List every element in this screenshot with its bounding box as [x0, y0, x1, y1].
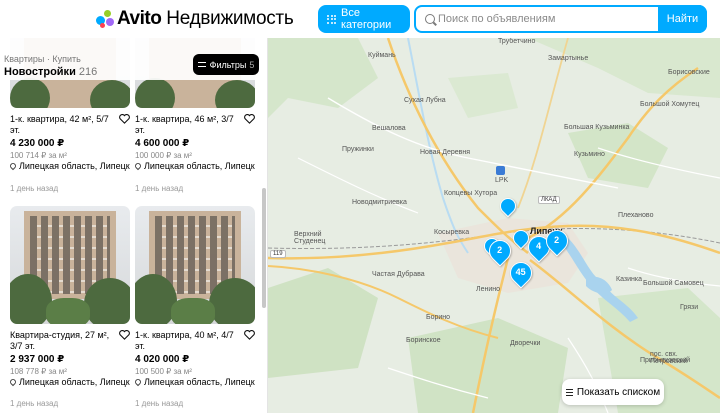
page-title-text: Новостройки	[4, 66, 76, 78]
show-as-list-button[interactable]: Показать списком	[562, 379, 664, 405]
map-place-label: Копцевы Хутора	[444, 190, 498, 197]
location-pin-icon	[133, 377, 143, 387]
map-place-label: Верхний Студенец	[294, 231, 326, 245]
avito-logo-icon	[96, 10, 114, 28]
map-place-label: Трубетчино	[498, 38, 536, 45]
listing-photo[interactable]	[10, 206, 130, 324]
road-label: 119	[270, 250, 286, 258]
map-place-label: Вешалова	[372, 125, 406, 132]
map-place-label: пос. свх. Петровский	[650, 351, 688, 365]
listing-location: Липецкая область, Липецк	[8, 161, 130, 172]
map-place-label: Казинка	[616, 276, 642, 283]
location-pin-icon	[133, 161, 143, 171]
location-pin-icon	[8, 161, 18, 171]
top-header: Avito Недвижимость Все категории Найти	[0, 0, 720, 38]
grid-icon	[327, 14, 336, 24]
favorite-heart-icon[interactable]	[244, 114, 255, 124]
listing-location-text: Липецкая область, Липецк	[144, 377, 255, 387]
map-place-label: Большой Хомутец	[640, 101, 700, 108]
search-bar: Найти	[414, 5, 707, 33]
listing-location-text: Липецкая область, Липецк	[19, 377, 130, 387]
listing-price-per-sqm: 100 000 ₽ за м²	[135, 151, 192, 160]
filters-label: Фильтры	[209, 59, 247, 70]
listing-location: Липецкая область, Липецк	[8, 377, 130, 388]
listing-price-per-sqm: 100 500 ₽ за м²	[135, 367, 192, 376]
map-place-label: Большой Самовец	[643, 280, 704, 287]
listing-title[interactable]: 1-к. квартира, 46 м², 3/7 эт.	[135, 114, 245, 136]
listing-location: Липецкая область, Липецк	[133, 161, 255, 172]
listing-date: 1 день назад	[135, 399, 184, 408]
map-place-label: Пружинки	[342, 146, 374, 153]
map-place-label: Борино	[426, 314, 451, 321]
listing-price-per-sqm: 100 714 ₽ за м²	[10, 151, 67, 160]
map-place-label: Косыревка	[434, 229, 470, 236]
results-count: 216	[78, 66, 98, 78]
map-place-label: Дворечки	[510, 340, 541, 347]
map-place-label: Борисовские	[668, 69, 710, 76]
listing-date: 1 день назад	[10, 399, 59, 408]
listing-title[interactable]: 1-к. квартира, 40 м², 4/7 эт.	[135, 330, 245, 352]
favorite-heart-icon[interactable]	[244, 330, 255, 340]
map-place-label: Сухая Лубна	[404, 97, 446, 104]
map-place-label: Грязи	[680, 304, 699, 311]
logo-section: Недвижимость	[166, 8, 294, 29]
listing-price: 4 600 000 ₽	[135, 138, 190, 149]
listing-title[interactable]: Квартира-студия, 27 м², 3/7 эт.	[10, 330, 120, 352]
favorite-heart-icon[interactable]	[119, 114, 130, 124]
map-place-label: Частая Дубрава	[372, 271, 425, 278]
all-categories-label: Все категории	[341, 7, 392, 31]
filters-count: 5	[249, 59, 255, 70]
listing-photo[interactable]	[135, 206, 255, 324]
breadcrumb[interactable]: Квартиры · Купить	[4, 54, 81, 64]
map-place-label: Новодмитриевка	[352, 199, 407, 206]
map-place-label: Большая Кузьминка	[564, 124, 630, 131]
listing-location-text: Липецкая область, Липецк	[19, 161, 130, 171]
map-place-label: Боринское	[406, 337, 441, 344]
listing-scrollbar[interactable]	[262, 188, 266, 308]
listing-date: 1 день назад	[10, 184, 59, 193]
list-icon	[565, 388, 573, 396]
search-button[interactable]: Найти	[658, 5, 707, 33]
listing-price: 4 230 000 ₽	[10, 138, 65, 149]
listing-price: 4 020 000 ₽	[135, 354, 190, 365]
map-place-label: Кузьмино	[574, 151, 605, 158]
map-place-label: Плеханово	[618, 212, 654, 219]
search-icon	[425, 14, 435, 24]
map-place-label: Куймань	[368, 52, 396, 59]
listing-panel: 1-к. квартира, 42 м², 5/7 эт. 4 230 000 …	[0, 38, 268, 413]
page-title: Новостройки 216	[4, 66, 97, 78]
show-as-list-label: Показать списком	[576, 386, 661, 398]
filters-button[interactable]: Фильтры 5	[193, 54, 259, 75]
listing-price: 2 937 000 ₽	[10, 354, 65, 365]
search-input[interactable]	[438, 9, 658, 29]
road-label: ЛКАД	[538, 196, 560, 204]
avito-logo[interactable]: Avito Недвижимость	[96, 7, 294, 31]
map-place-label: LPK	[495, 177, 509, 184]
map-place-label: Ленино	[476, 286, 501, 293]
filter-icon	[197, 61, 206, 68]
logo-brand: Avito	[117, 8, 162, 29]
all-categories-button[interactable]: Все категории	[318, 5, 410, 33]
listing-location: Липецкая область, Липецк	[133, 377, 255, 388]
listing-price-per-sqm: 108 778 ₽ за м²	[10, 367, 67, 376]
map-place-label: Новая Деревня	[420, 149, 471, 156]
listing-header: Квартиры · Купить Новостройки 216 Фильтры…	[0, 38, 262, 80]
map-view[interactable]: Трубетчино Куймань Замартынье Борисовски…	[268, 38, 720, 413]
listing-date: 1 день назад	[135, 184, 184, 193]
listing-location-text: Липецкая область, Липецк	[144, 161, 255, 171]
location-pin-icon	[8, 377, 18, 387]
map-place-label: Замартынье	[548, 55, 589, 62]
airport-icon	[496, 166, 505, 175]
listing-title[interactable]: 1-к. квартира, 42 м², 5/7 эт.	[10, 114, 120, 136]
favorite-heart-icon[interactable]	[119, 330, 130, 340]
